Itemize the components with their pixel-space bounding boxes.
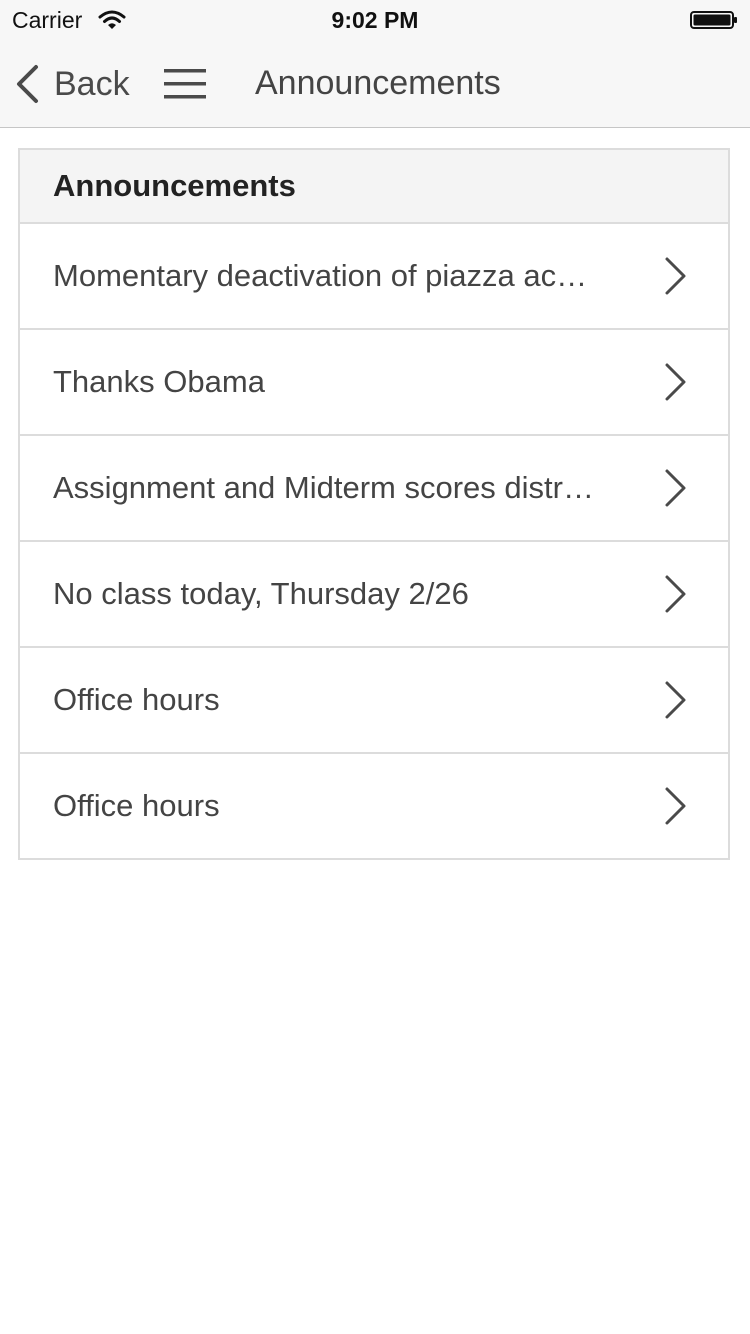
chevron-right-icon <box>665 681 686 719</box>
announcement-title: Assignment and Midterm scores distr… <box>53 470 594 505</box>
announcement-row[interactable]: Momentary deactivation of piazza ac… <box>20 224 728 330</box>
panel-header: Announcements <box>20 150 728 224</box>
announcement-row[interactable]: Office hours <box>20 648 728 754</box>
chevron-right-icon <box>665 363 686 401</box>
announcement-title: Office hours <box>53 682 220 717</box>
announcement-title: Office hours <box>53 788 220 823</box>
battery-icon <box>690 11 737 29</box>
announcement-row[interactable]: Assignment and Midterm scores distr… <box>20 436 728 542</box>
page-title: Announcements <box>255 64 501 102</box>
status-time: 9:02 PM <box>331 7 419 33</box>
back-button[interactable]: Back <box>14 62 130 106</box>
announcement-title: No class today, Thursday 2/26 <box>53 576 469 611</box>
chevron-right-icon <box>665 469 686 507</box>
announcements-panel: Announcements Momentary deactivation of … <box>18 148 730 860</box>
announcement-row[interactable]: Office hours <box>20 754 728 858</box>
hamburger-menu-icon[interactable] <box>164 69 206 99</box>
status-bar: Carrier 9:02 PM <box>0 0 750 40</box>
panel-title: Announcements <box>53 168 296 203</box>
chevron-right-icon <box>665 787 686 825</box>
chevron-right-icon <box>665 575 686 613</box>
announcement-title: Thanks Obama <box>53 364 265 399</box>
chevron-left-icon <box>17 65 38 103</box>
announcement-title: Momentary deactivation of piazza ac… <box>53 258 588 293</box>
back-label: Back <box>54 64 130 103</box>
navigation-bar: Back Announcements <box>0 40 750 128</box>
announcement-row[interactable]: Thanks Obama <box>20 330 728 436</box>
announcement-row[interactable]: No class today, Thursday 2/26 <box>20 542 728 648</box>
chevron-right-icon <box>665 257 686 295</box>
